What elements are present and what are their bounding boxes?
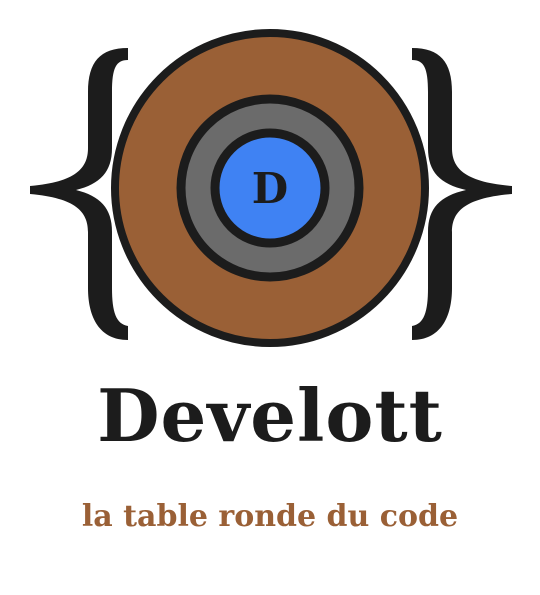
round-shield-icon: D [111,29,429,347]
emblem-letter: D [252,164,288,213]
logo-page: D Develott la table ronde du code [0,0,540,595]
brand-name: Develott [97,373,443,458]
develott-emblem: D [30,29,512,347]
brand-tagline: la table ronde du code [81,499,459,534]
